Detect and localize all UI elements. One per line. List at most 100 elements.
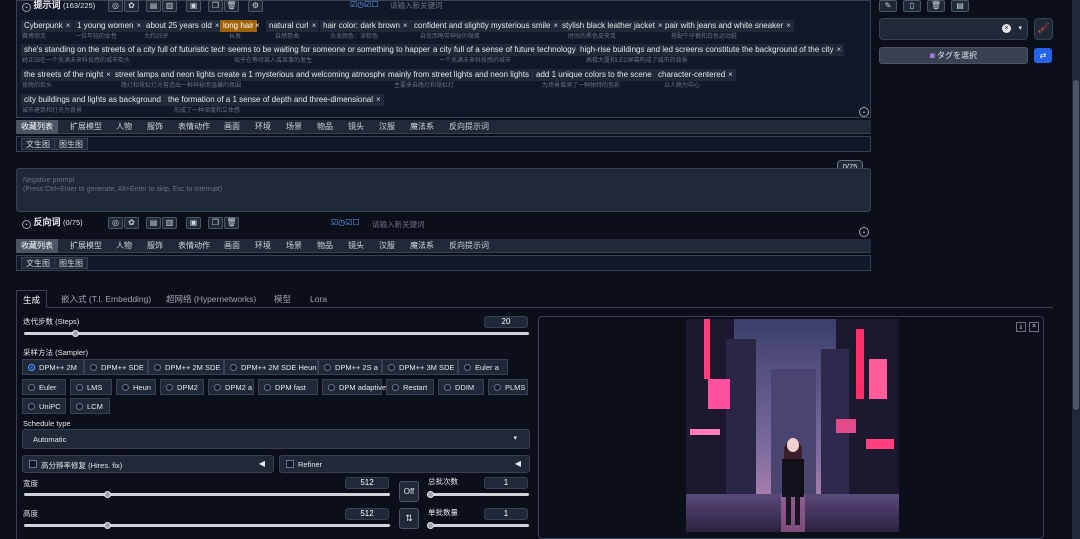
category-tab[interactable]: 汉服	[374, 120, 400, 134]
sampler-option[interactable]: DPM++ 2M SDE Heun	[224, 359, 318, 375]
height-input[interactable]: 512	[345, 508, 389, 520]
tag-item[interactable]: hair color: dark brown ×	[320, 20, 411, 32]
subtab-img2img[interactable]: 图生图	[54, 257, 88, 269]
category-tab[interactable]: 人物	[111, 239, 137, 253]
tag-item[interactable]: about 25 years old ×	[143, 20, 223, 32]
category-tab[interactable]: 场景	[281, 120, 307, 134]
export-icon[interactable]: ▥	[162, 217, 177, 229]
gear-icon[interactable]: ✿	[124, 0, 139, 12]
batch-count-slider-thumb[interactable]	[427, 491, 434, 498]
sampler-option[interactable]: DPM adaptive	[322, 379, 386, 395]
negative-header[interactable]: ⌄ 反向词 (0/75)	[22, 217, 83, 229]
trash-icon[interactable]: 🗑	[224, 217, 239, 229]
category-tab[interactable]: 汉服	[374, 239, 400, 253]
subtab-img2img[interactable]: 图生图	[54, 138, 88, 150]
collapse-icon[interactable]: ⌄	[22, 3, 31, 12]
tag-select-button[interactable]: ◙ タグを選択	[879, 47, 1028, 64]
steps-input[interactable]: 20	[484, 316, 528, 328]
schedule-select[interactable]: Automatic ▾	[22, 429, 530, 449]
batch-size-slider-thumb[interactable]	[427, 522, 434, 529]
off-button[interactable]: Off	[399, 481, 419, 502]
sampler-option[interactable]: DPM++ 2S a	[318, 359, 382, 375]
category-tab[interactable]: 扩展模型	[65, 239, 107, 253]
category-tab[interactable]: 收藏列表	[16, 120, 58, 134]
subtab-txt2img[interactable]: 文生图	[21, 138, 55, 150]
tag-item[interactable]: Cyberpunk ×	[21, 20, 74, 32]
sampler-option[interactable]: DPM2 a	[208, 379, 254, 395]
trash-icon[interactable]: 🗑	[224, 0, 239, 12]
sampler-option[interactable]: UniPC	[22, 398, 66, 414]
category-tab[interactable]: 环境	[250, 239, 276, 253]
clipboard-icon[interactable]: ▯	[903, 0, 921, 12]
import-icon[interactable]: ▤	[146, 0, 161, 12]
category-tab[interactable]: 反向提示词	[444, 120, 494, 134]
tag-item[interactable]: a city full of a sense of future technol…	[430, 44, 587, 56]
clear-icon[interactable]: ×	[1002, 24, 1011, 33]
category-tab[interactable]: 魔法系	[405, 239, 439, 253]
batch-count-slider[interactable]	[429, 493, 529, 496]
batch-size-input[interactable]: 1	[484, 508, 528, 520]
category-tab[interactable]: 服饰	[142, 239, 168, 253]
tag-item[interactable]: stylish black leather jacket ×	[559, 20, 666, 32]
sampler-option[interactable]: Heun	[116, 379, 156, 395]
height-slider-thumb[interactable]	[104, 522, 111, 529]
sampler-option[interactable]: DPM2	[160, 379, 204, 395]
sampler-option[interactable]: LCM	[70, 398, 110, 414]
category-tab[interactable]: 物品	[312, 120, 338, 134]
history-icon[interactable]: ▣	[186, 0, 201, 12]
sampler-option[interactable]: DPM++ 2M	[22, 359, 84, 375]
negative-prompt-textarea[interactable]: Negative prompt (Press Ctrl+Enter to gen…	[16, 168, 871, 212]
tag-item[interactable]: mainly from street lights and neon light…	[385, 69, 540, 81]
width-slider[interactable]	[24, 493, 390, 496]
sampler-option[interactable]: DPM++ 2M SDE	[148, 359, 224, 375]
tag-item[interactable]: street lamps and neon lights create a 1 …	[112, 69, 405, 81]
subtab-txt2img[interactable]: 文生图	[21, 257, 55, 269]
steps-slider[interactable]	[24, 332, 529, 335]
sampler-option[interactable]: Restart	[386, 379, 434, 395]
tag-item[interactable]: confident and slightly mysterious smile ×	[411, 20, 562, 32]
tag-item[interactable]: high-rise buildings and led screens cons…	[577, 44, 845, 56]
category-tab[interactable]: 表情动作	[173, 120, 215, 134]
save-icon[interactable]: ▤	[951, 0, 969, 12]
tag-item[interactable]: city buildings and lights as background×	[21, 94, 172, 106]
prompt-keyword-input[interactable]: 请输入新关键词	[390, 0, 443, 11]
generated-image[interactable]	[686, 319, 899, 532]
globe-icon[interactable]: ◎	[108, 0, 123, 12]
download-icon[interactable]: ⤓	[1016, 322, 1026, 332]
expand-icon[interactable]: ⌄	[859, 107, 869, 117]
width-input[interactable]: 512	[345, 477, 389, 489]
prompt-header[interactable]: ⌄ 提示词 (163/225)	[22, 0, 95, 12]
sampler-option[interactable]: Euler a	[458, 359, 508, 375]
tag-item[interactable]: natural curl ×	[266, 20, 320, 32]
category-tab[interactable]: 人物	[111, 120, 137, 134]
category-tab[interactable]: 魔法系	[405, 120, 439, 134]
expand-icon[interactable]: ⌄	[859, 227, 869, 237]
page-scrollbar[interactable]	[1072, 0, 1080, 539]
close-icon[interactable]: ×	[255, 20, 260, 32]
refiner-accordion[interactable]: Refiner ◀	[279, 455, 530, 473]
category-tab[interactable]: 镜头	[343, 120, 369, 134]
tag-item[interactable]: the streets of the night ×	[21, 69, 114, 81]
sampler-option[interactable]: PLMS	[488, 379, 528, 395]
brush-button[interactable]: 🖌	[1034, 18, 1053, 40]
history-icon[interactable]: ▣	[186, 217, 201, 229]
sampler-option[interactable]: DPM++ 3M SDE	[382, 359, 458, 375]
tab-embedding[interactable]: 嵌入式 (T.I. Embedding)	[55, 290, 157, 308]
tag-item[interactable]: character-centered ×	[655, 69, 736, 81]
collapse-icon[interactable]: ⌄	[22, 220, 31, 229]
gear-icon[interactable]: ✿	[124, 217, 139, 229]
copy-icon[interactable]: ❐	[208, 217, 223, 229]
export-icon[interactable]: ▥	[162, 0, 177, 12]
sampler-option[interactable]: DPM fast	[258, 379, 318, 395]
sampler-option[interactable]: LMS	[70, 379, 112, 395]
import-icon[interactable]: ▤	[146, 217, 161, 229]
category-tab[interactable]: 场景	[281, 239, 307, 253]
sampler-option[interactable]: DPM++ SDE	[84, 359, 148, 375]
negative-checkboxes[interactable]: ☑◷☑☐	[331, 218, 360, 227]
tab-models[interactable]: 模型	[268, 290, 297, 308]
category-tab[interactable]: 镜头	[343, 239, 369, 253]
batch-count-input[interactable]: 1	[484, 477, 528, 489]
trash-icon[interactable]: 🗑	[927, 0, 945, 12]
category-tab[interactable]: 扩展模型	[65, 120, 107, 134]
tag-item[interactable]: seems to be waiting for someone or somet…	[225, 44, 443, 56]
